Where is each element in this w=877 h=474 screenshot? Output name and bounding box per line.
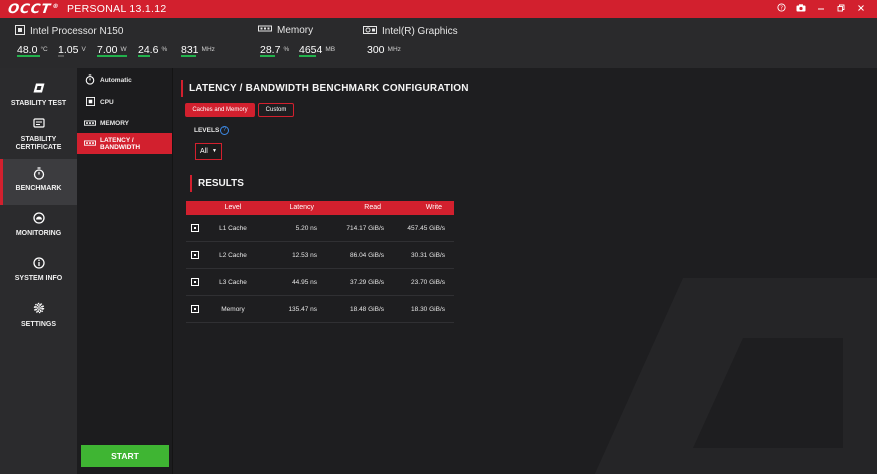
info-icon — [0, 257, 77, 272]
metric-level-bar — [97, 55, 127, 57]
nav-benchmark[interactable]: BENCHMARK — [0, 159, 77, 205]
stopwatch-icon — [84, 74, 96, 87]
memory-used: 4654 MB — [299, 44, 336, 57]
metric-level-bar — [260, 55, 275, 57]
cpu-power: 7.00 W — [97, 44, 127, 57]
hardware-stats-bar: Intel Processor N150 48.0 °C 1.05 V 7.00 W … — [0, 18, 877, 68]
metric-level-bar — [299, 55, 316, 57]
occt-watermark-icon — [593, 278, 877, 474]
occt-logo: OCCT® — [6, 1, 60, 17]
cpu-voltage: 1.05 V — [58, 44, 86, 57]
gpu-name: Intel(R) Graphics — [382, 26, 458, 37]
screenshot-camera-icon[interactable] — [791, 3, 811, 15]
gear-icon — [0, 302, 77, 317]
subnav-automatic[interactable]: Automatic — [77, 70, 172, 91]
results-table-header: Level Latency Read Write — [186, 201, 454, 215]
nav-stability-test[interactable]: STABILITY TEST — [0, 73, 77, 119]
levels-select-value: All — [200, 148, 208, 155]
col-read: Read — [364, 204, 381, 211]
results-title: RESULTS — [198, 178, 244, 189]
svg-text:?: ? — [780, 6, 783, 12]
cpu-icon — [15, 25, 25, 38]
nav-monitoring[interactable]: MONITORING — [0, 205, 77, 251]
tab-custom[interactable]: Custom — [258, 103, 294, 117]
page-title: LATENCY / BANDWIDTH BENCHMARK CONFIGURAT… — [189, 83, 469, 94]
memory-header: Memory — [258, 25, 313, 36]
chevron-down-icon: ▼ — [212, 148, 217, 154]
start-button[interactable]: START — [81, 445, 169, 467]
results-table: Level Latency Read Write L1 Cache 5.20 n… — [186, 201, 454, 323]
gauge-icon — [0, 212, 77, 227]
row-select-icon[interactable] — [191, 278, 199, 286]
row-select-icon[interactable] — [191, 251, 199, 259]
nav-stability-certificate[interactable]: STABILITY CERTIFICATE — [0, 115, 77, 159]
title-bar: OCCT® PERSONAL 13.1.12 ? — [0, 0, 877, 18]
row-select-icon[interactable] — [191, 224, 199, 232]
benchmark-subnav: Automatic CPU MEMORY LATENCY / BANDWIDTH — [77, 68, 173, 474]
memory-icon — [84, 119, 96, 129]
cpu-name: Intel Processor N150 — [30, 26, 124, 37]
tab-caches-and-memory[interactable]: Caches and Memory — [185, 103, 255, 117]
help-icon[interactable]: ? — [771, 3, 791, 15]
restore-icon[interactable] — [831, 4, 851, 15]
table-row[interactable]: L1 Cache 5.20 ns 714.17 GiB/s 457.45 GiB… — [186, 215, 454, 242]
memory-icon — [84, 139, 96, 149]
table-row[interactable]: L3 Cache 44.95 ns 37.29 GiB/s 23.70 GiB/… — [186, 269, 454, 296]
gpu-clock: 300 MHz — [367, 44, 401, 56]
subnav-latency-bandwidth[interactable]: LATENCY / BANDWIDTH — [77, 133, 172, 154]
cpu-stats: Intel Processor N150 48.0 °C 1.05 V 7.00 W … — [15, 18, 235, 68]
metric-level-bar — [138, 55, 150, 57]
row-select-icon[interactable] — [191, 305, 199, 313]
subnav-cpu[interactable]: CPU — [77, 92, 172, 113]
gpu-header: Intel(R) Graphics — [363, 25, 458, 38]
cpu-usage: 24.6% — [138, 44, 168, 57]
col-latency: Latency — [289, 204, 314, 211]
col-level: Level — [224, 204, 242, 211]
heading-accent — [181, 80, 183, 97]
results-accent — [190, 175, 192, 192]
col-write: Write — [425, 204, 442, 211]
metric-level-bar — [17, 55, 40, 57]
levels-select[interactable]: All ▼ — [195, 143, 222, 160]
occt-logo-icon — [0, 82, 77, 96]
memory-usage: 28.7% — [260, 44, 290, 57]
metric-level-bar — [181, 55, 196, 57]
gpu-stats: Intel(R) Graphics 300 MHz — [363, 18, 483, 68]
app-edition: PERSONAL 13.1.12 — [67, 3, 167, 15]
memory-name: Memory — [277, 25, 314, 36]
memory-stats: Memory 28.7% 4654 MB — [258, 18, 358, 68]
memory-icon — [258, 25, 272, 36]
cpu-temperature: 48.0 °C — [17, 44, 48, 57]
window-controls: ? — [771, 0, 871, 18]
main-sidebar: STABILITY TEST STABILITY CERTIFICATE BEN… — [0, 68, 77, 474]
help-icon[interactable]: ? — [220, 126, 229, 135]
table-row[interactable]: L2 Cache 12.53 ns 86.04 GiB/s 30.31 GiB/… — [186, 242, 454, 269]
levels-label: LEVELS — [194, 127, 220, 134]
certificate-icon — [0, 118, 77, 132]
close-icon[interactable] — [851, 4, 871, 15]
gpu-icon — [363, 25, 377, 38]
cpu-clock: 831 MHz — [181, 44, 215, 57]
nav-system-info[interactable]: SYSTEM INFO — [0, 251, 77, 297]
table-row[interactable]: Memory 135.47 ns 18.48 GiB/s 18.30 GiB/s — [186, 296, 454, 323]
nav-settings[interactable]: SETTINGS — [0, 297, 77, 343]
cpu-icon — [84, 97, 96, 108]
metric-level-bar — [58, 55, 64, 57]
subnav-memory[interactable]: MEMORY — [77, 113, 172, 134]
cpu-header: Intel Processor N150 — [15, 25, 123, 38]
minimize-icon[interactable] — [811, 4, 831, 15]
stopwatch-icon — [0, 167, 77, 183]
benchmark-content: LATENCY / BANDWIDTH BENCHMARK CONFIGURAT… — [173, 68, 877, 474]
